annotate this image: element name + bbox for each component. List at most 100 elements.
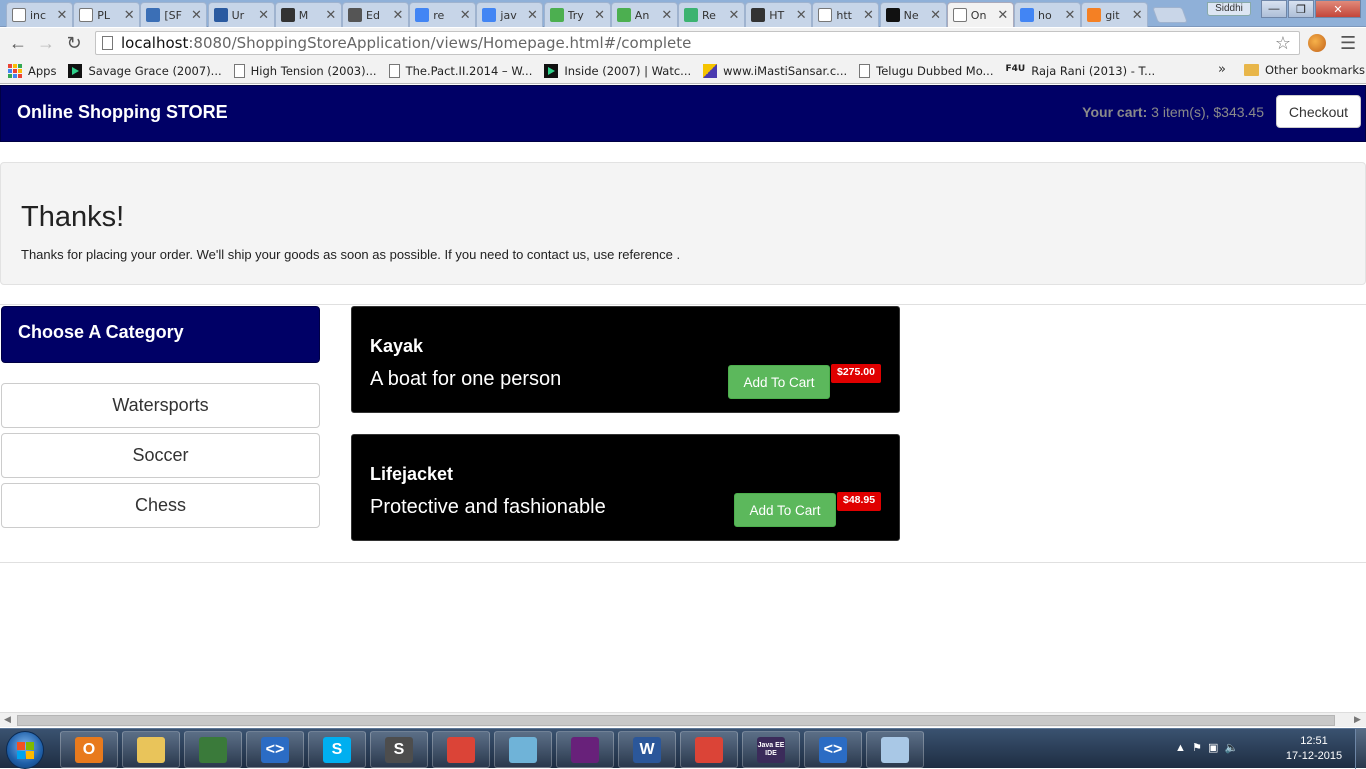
scroll-right-arrow-icon[interactable]: ▶	[1354, 714, 1361, 725]
category-button-soccer[interactable]: Soccer	[1, 433, 320, 478]
browser-tab[interactable]: HT ✕	[745, 2, 813, 27]
product-card-lifejacket: Lifejacket Protective and fashionable Ad…	[351, 434, 900, 541]
sf-icon	[146, 8, 161, 22]
taskbar-app-button[interactable]	[494, 731, 552, 768]
browser-tab[interactable]: An ✕	[610, 2, 678, 27]
scroll-left-arrow-icon[interactable]: ◀	[4, 714, 11, 725]
browser-tab[interactable]: jav ✕	[476, 2, 544, 27]
system-tray[interactable]: ▲ ⚑ ▣ 🔈	[1175, 741, 1238, 754]
close-tab-icon[interactable]: ✕	[861, 7, 875, 23]
browser-tab[interactable]: Ne ✕	[879, 2, 947, 27]
profile-button[interactable]: Siddhi	[1207, 2, 1251, 16]
maximize-button[interactable]: ❐	[1288, 0, 1314, 18]
browser-tab[interactable]: Ed ✕	[342, 2, 409, 27]
new-tab-button[interactable]	[1152, 7, 1188, 23]
close-tab-icon[interactable]: ✕	[794, 7, 808, 23]
sketch-icon	[509, 736, 537, 763]
bookmark-item[interactable]: Savage Grace (2007)...	[68, 63, 222, 78]
category-button-chess[interactable]: Chess	[1, 483, 320, 528]
browser-tab[interactable]: re ✕	[409, 2, 477, 27]
close-tab-icon[interactable]: ✕	[324, 7, 338, 23]
close-window-button[interactable]: ✕	[1315, 0, 1361, 18]
bookmark-label: High Tension (2003)...	[250, 63, 377, 78]
start-button[interactable]	[6, 731, 44, 769]
category-button-watersports[interactable]: Watersports	[1, 383, 320, 428]
taskbar-app-button[interactable]: <>	[804, 731, 862, 768]
browser-tab[interactable]: Re ✕	[678, 2, 745, 27]
address-bar[interactable]: localhost:8080/ShoppingStoreApplication/…	[95, 31, 1300, 55]
add-to-cart-button[interactable]: Add To Cart	[728, 365, 830, 399]
tab-title: On	[970, 8, 987, 22]
taskbar-app-button[interactable]: <>	[246, 731, 304, 768]
close-tab-icon[interactable]: ✕	[257, 7, 271, 23]
page-icon	[818, 8, 833, 22]
taskbar-app-button[interactable]: S	[370, 731, 428, 768]
taskbar-app-button[interactable]: Java EE IDE	[742, 731, 800, 768]
close-tab-icon[interactable]: ✕	[189, 7, 203, 23]
bookmark-item[interactable]: High Tension (2003)...	[233, 63, 377, 78]
bookmark-item[interactable]: Telugu Dubbed Mo...	[859, 63, 994, 78]
close-tab-icon[interactable]: ✕	[660, 7, 674, 23]
clock[interactable]: 12:51 17-12-2015	[1281, 734, 1347, 764]
code-editor-icon: <>	[819, 736, 847, 763]
horizontal-scrollbar[interactable]: ◀ ▶	[0, 712, 1366, 727]
store-brand[interactable]: Online Shopping STORE	[17, 102, 228, 123]
taskbar-app-button[interactable]	[680, 731, 738, 768]
reload-button[interactable]: ↻	[60, 29, 88, 57]
scrollbar-thumb[interactable]	[17, 715, 1335, 726]
page-icon	[388, 63, 400, 78]
taskbar-app-button[interactable]: O	[60, 731, 118, 768]
close-tab-icon[interactable]: ✕	[1063, 7, 1077, 23]
minimize-button[interactable]: —	[1261, 0, 1287, 18]
show-desktop-button[interactable]	[1355, 729, 1366, 769]
close-tab-icon[interactable]: ✕	[122, 7, 136, 23]
browser-tab[interactable]: git ✕	[1081, 2, 1149, 27]
back-button[interactable]: ←	[4, 29, 32, 57]
close-tab-icon[interactable]: ✕	[929, 7, 943, 23]
stack-icon	[1087, 8, 1102, 22]
tab-title: git	[1105, 8, 1120, 22]
other-bookmarks[interactable]: Other bookmarks	[1244, 63, 1365, 77]
browser-tab[interactable]: Ur ✕	[207, 2, 275, 27]
taskbar-app-button[interactable]	[556, 731, 614, 768]
product-description: A boat for one person	[370, 368, 562, 390]
close-tab-icon[interactable]: ✕	[525, 7, 539, 23]
bookmark-label: The.Pact.II.2014 – W...	[405, 63, 533, 78]
extension-icon[interactable]	[1308, 34, 1326, 52]
taskbar-app-button[interactable]	[122, 731, 180, 768]
taskbar-app-button[interactable]	[432, 731, 490, 768]
close-tab-icon[interactable]: ✕	[593, 7, 607, 23]
taskbar-app-button[interactable]: W	[618, 731, 676, 768]
add-to-cart-button[interactable]: Add To Cart	[734, 493, 836, 527]
bookmark-item[interactable]: www.iMastiSansar.c...	[703, 63, 847, 78]
browser-tab[interactable]: htt ✕	[812, 2, 880, 27]
browser-tab[interactable]: [SF ✕	[140, 2, 208, 27]
close-tab-icon[interactable]: ✕	[727, 7, 741, 23]
checkout-button[interactable]: Checkout	[1276, 95, 1361, 128]
browser-tab[interactable]: On ✕	[946, 2, 1014, 27]
taskbar-app-button[interactable]	[866, 731, 924, 768]
browser-tab[interactable]: M ✕	[274, 2, 342, 27]
close-tab-icon[interactable]: ✕	[55, 7, 69, 23]
bookmarks-overflow-button[interactable]: »	[1218, 62, 1226, 77]
browser-tab[interactable]: ho ✕	[1014, 2, 1081, 27]
bookmark-item[interactable]: F4U Raja Rani (2013) - T...	[1006, 64, 1156, 78]
bookmark-item[interactable]: Apps	[8, 63, 56, 78]
chrome-menu-icon[interactable]: ☰	[1340, 33, 1356, 54]
taskbar-app-button[interactable]: S	[308, 731, 366, 768]
close-tab-icon[interactable]: ✕	[391, 7, 405, 23]
divider	[0, 562, 1366, 563]
close-tab-icon[interactable]: ✕	[1130, 7, 1144, 23]
browser-tab[interactable]: Try ✕	[543, 2, 611, 27]
taskbar-app-button[interactable]	[184, 731, 242, 768]
browser-tab[interactable]: inc ✕	[6, 2, 73, 27]
page-icon	[12, 8, 26, 22]
bookmark-item[interactable]: The.Pact.II.2014 – W...	[388, 63, 533, 78]
bookmark-item[interactable]: Inside (2007) | Watc...	[544, 63, 691, 78]
thanks-title: Thanks!	[21, 201, 125, 233]
close-tab-icon[interactable]: ✕	[996, 7, 1010, 23]
close-tab-icon[interactable]: ✕	[458, 7, 472, 23]
forward-button[interactable]: →	[32, 29, 60, 57]
bookmark-star-icon[interactable]: ☆	[1275, 33, 1291, 54]
browser-tab[interactable]: PL ✕	[73, 2, 141, 27]
